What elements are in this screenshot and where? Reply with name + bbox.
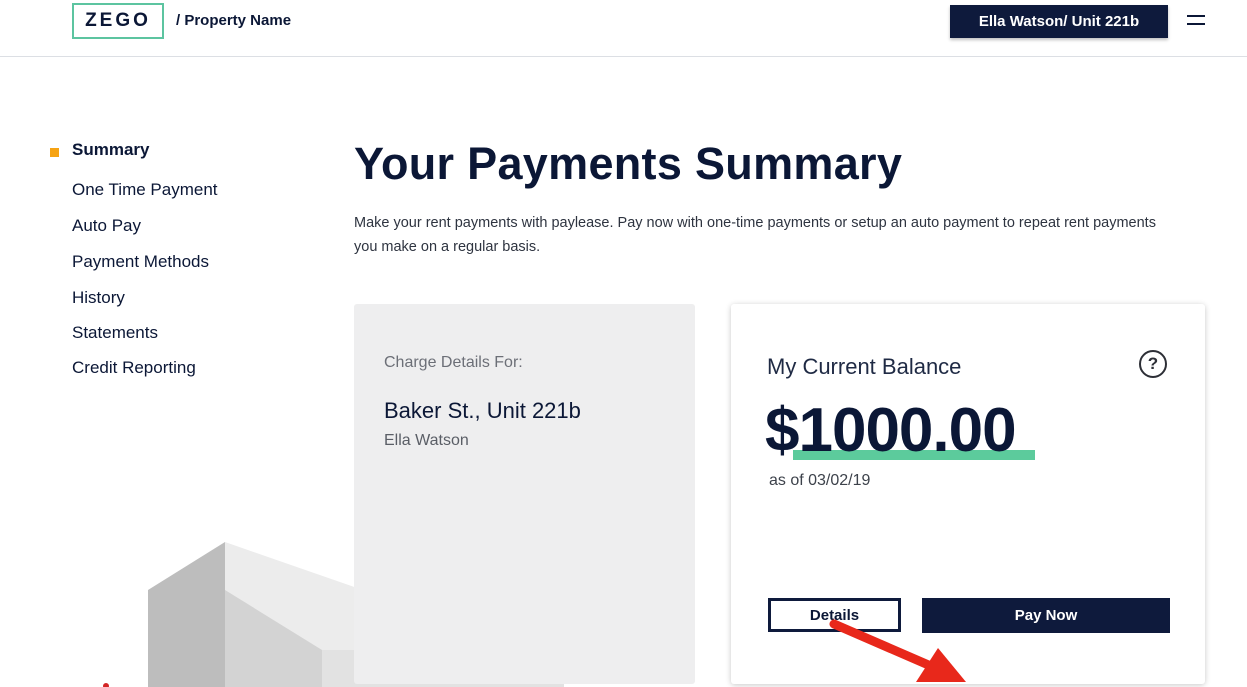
- balance-amount-wrapper: $1000.00: [765, 396, 1035, 466]
- sidebar-item-credit-reporting[interactable]: Credit Reporting: [72, 358, 196, 378]
- balance-label: My Current Balance: [767, 354, 962, 379]
- menu-line: [1187, 23, 1205, 25]
- balance-as-of-date: as of 03/02/19: [769, 472, 871, 489]
- hamburger-menu-icon[interactable]: [1187, 15, 1205, 27]
- annotation-arrow-icon: [829, 619, 966, 682]
- charge-resident-name: Ella Watson: [384, 432, 469, 449]
- sidebar-item-payment-methods[interactable]: Payment Methods: [72, 252, 209, 272]
- charge-details-label: Charge Details For:: [384, 354, 523, 371]
- top-header: ZEGO / Property Name Ella Watson/ Unit 2…: [0, 0, 1247, 57]
- help-icon[interactable]: ?: [1139, 350, 1167, 378]
- page-title: Your Payments Summary: [354, 138, 903, 189]
- sidebar-item-one-time-payment[interactable]: One Time Payment: [72, 180, 218, 200]
- arrow-shaft: [829, 619, 945, 675]
- building-face-dark: [148, 542, 225, 687]
- active-marker-icon: [50, 148, 59, 157]
- sidebar-item-summary[interactable]: Summary: [72, 140, 149, 160]
- sidebar-item-statements[interactable]: Statements: [72, 323, 158, 343]
- charge-details-card: Charge Details For: Baker St., Unit 221b…: [354, 304, 695, 684]
- sidebar-item-history[interactable]: History: [72, 288, 125, 308]
- red-mark: [103, 683, 109, 687]
- zego-logo[interactable]: ZEGO: [72, 3, 164, 39]
- sidebar-item-auto-pay[interactable]: Auto Pay: [72, 216, 141, 236]
- menu-line: [1187, 15, 1205, 17]
- charge-address: Baker St., Unit 221b: [384, 398, 581, 423]
- balance-amount: $1000.00: [765, 396, 1017, 465]
- user-unit-button[interactable]: Ella Watson/ Unit 221b: [950, 5, 1168, 38]
- page-description: Make your rent payments with paylease. P…: [354, 215, 1156, 255]
- breadcrumb-property-name[interactable]: / Property Name: [176, 12, 291, 29]
